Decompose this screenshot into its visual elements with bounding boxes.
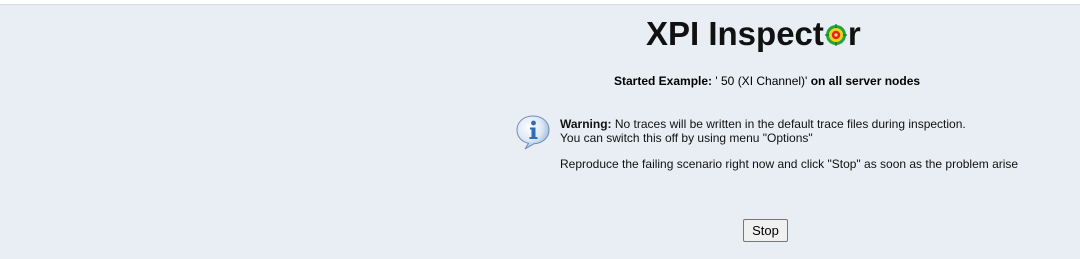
warning-message: Warning: No traces will be written in th… xyxy=(560,117,966,145)
warning-text: No traces will be written in the default… xyxy=(611,117,966,131)
warning-line-2: You can switch this off by using menu "O… xyxy=(560,131,813,145)
target-icon xyxy=(824,24,847,46)
started-suffix: on all server nodes xyxy=(810,74,921,88)
stop-button[interactable]: Stop xyxy=(743,219,788,242)
app-title-text-start: XPI Inspect xyxy=(646,15,824,52)
reproduce-instruction: Reproduce the failing scenario right now… xyxy=(560,157,1019,171)
started-label: Started Example: xyxy=(614,74,713,88)
warning-line-1: Warning: No traces will be written in th… xyxy=(560,117,966,131)
warning-label: Warning: xyxy=(560,117,612,131)
started-value: ' 50 (XI Channel)' xyxy=(712,74,811,88)
app-title-text-end: r xyxy=(847,15,861,52)
info-icon xyxy=(516,115,550,150)
page-content: XPI Inspect r Started Example: ' 50 (XI … xyxy=(0,5,1080,259)
started-example-line: Started Example: ' 50 (XI Channel)' on a… xyxy=(614,74,920,88)
app-title: XPI Inspect r xyxy=(646,14,861,54)
